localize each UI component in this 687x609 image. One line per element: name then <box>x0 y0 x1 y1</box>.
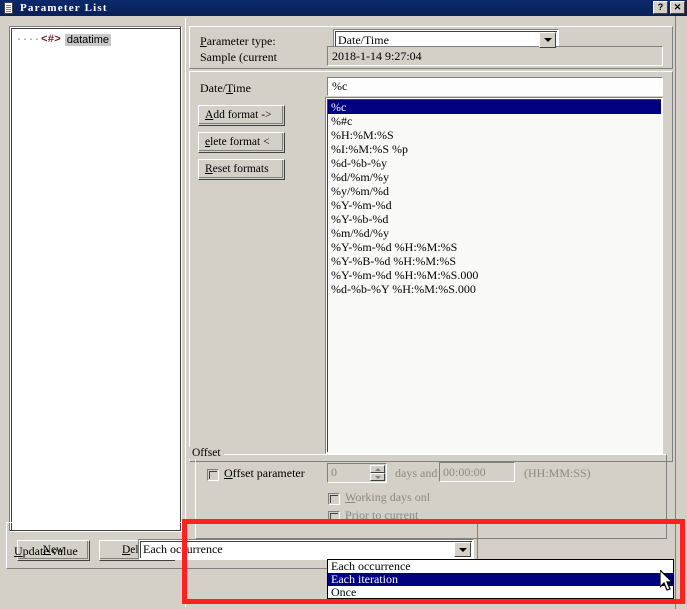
working-days-label: Working days onl <box>345 490 431 504</box>
format-list-item[interactable]: %d-%b-%Y %H:%M:%S.000 <box>328 282 661 296</box>
format-list-item[interactable]: %m/%d/%y <box>328 226 661 240</box>
delete-format-button[interactable]: elete format < <box>198 132 285 153</box>
time-format-hint: (HH:MM:SS) <box>524 466 591 480</box>
format-list-item[interactable]: %y/%m/%d <box>328 184 661 198</box>
update-value-combobox[interactable]: Each occurrence <box>138 539 474 560</box>
offset-days-stepper[interactable]: 0 <box>327 463 387 483</box>
offset-days-value: 0 <box>331 465 337 479</box>
datetime-format-input[interactable]: %c <box>327 77 663 96</box>
right-gutter <box>675 16 687 609</box>
days-and-label: days and <box>395 466 438 480</box>
stepper-up-icon[interactable] <box>370 465 385 473</box>
format-list-item[interactable]: %H:%M:%S <box>328 128 661 142</box>
working-days-checkbox[interactable] <box>328 493 340 505</box>
format-list-item[interactable]: %#c <box>328 114 661 128</box>
format-listbox-rows[interactable]: %c %#c %H:%M:%S %I:%M:%S %p %d-%b-%y %d/%m/%y… <box>327 99 661 452</box>
parameter-type-value: Date/Time <box>338 32 389 47</box>
update-value-label: Update value <box>14 544 78 558</box>
format-list-item[interactable]: %Y-%b-%d <box>328 212 661 226</box>
update-value-dropdown-list[interactable]: Each occurrence Each iteration Once <box>327 559 674 599</box>
sample-value: 2018-1-14 9:27:04 <box>327 46 663 66</box>
add-format-button[interactable]: Add format -> <box>198 105 285 126</box>
format-list-item[interactable]: %I:%M:%S %p <box>328 142 661 156</box>
format-list-item[interactable]: %c <box>328 100 661 114</box>
prior-to-current-label: Prior to current <box>345 508 419 522</box>
right-pane: Parameter type: Date/Time Sample (curren… <box>189 20 673 607</box>
format-list-item[interactable]: %d-%b-%y <box>328 156 661 170</box>
update-value-selected: Each occurrence <box>143 542 223 556</box>
tree-item-datatime[interactable]: ···· <#> datatime <box>16 33 112 47</box>
title-bar-buttons: ? ✕ <box>653 1 685 14</box>
offset-group-label: Offset <box>189 447 224 459</box>
reset-formats-button[interactable]: Reset formats <box>198 159 285 180</box>
format-list-item[interactable]: %Y-%m-%d %H:%M:%S <box>328 240 661 254</box>
update-value-option[interactable]: Each iteration <box>328 573 673 586</box>
title-bar[interactable]: Parameter List ? ✕ <box>0 0 687 16</box>
offset-time-input[interactable]: 00:00:00 <box>439 462 515 482</box>
help-button[interactable]: ? <box>653 1 668 14</box>
parameter-tree-panel[interactable]: ···· <#> datatime <box>9 26 182 532</box>
stepper-down-icon[interactable] <box>370 473 385 481</box>
format-list-item[interactable]: %Y-%m-%d <box>328 198 661 212</box>
sample-label: Sample (current <box>200 50 277 64</box>
format-listbox[interactable]: %c %#c %H:%M:%S %I:%M:%S %p %d-%b-%y %d/%m/%y… <box>325 97 663 454</box>
window-title: Parameter List <box>20 2 108 14</box>
offset-parameter-checkbox[interactable] <box>207 469 219 481</box>
close-icon[interactable]: ✕ <box>670 1 685 14</box>
parameter-number-icon: <#> <box>41 34 61 46</box>
format-list-item[interactable]: %Y-%m-%d %H:%M:%S.000 <box>328 268 661 282</box>
datetime-label: Date/Time <box>200 81 251 95</box>
parameter-type-label: Parameter type: <box>200 34 276 48</box>
offset-parameter-label: Offset parameter <box>224 466 305 480</box>
tree-branch-line: ···· <box>16 34 41 46</box>
update-value-option[interactable]: Once <box>328 586 673 599</box>
parameter-list-icon <box>3 1 16 15</box>
format-list-item[interactable]: %Y-%B-%d %H:%M:%S <box>328 254 661 268</box>
chevron-down-icon[interactable] <box>539 32 556 48</box>
pane-divider <box>185 18 187 607</box>
tree-item-label: datatime <box>64 34 112 46</box>
chevron-down-icon[interactable] <box>454 542 471 557</box>
parameter-list-window: Parameter List ? ✕ ···· <#> datatime New… <box>0 0 687 609</box>
parameter-tree-list[interactable]: ···· <#> datatime <box>11 28 180 530</box>
format-list-item[interactable]: %d/%m/%y <box>328 170 661 184</box>
